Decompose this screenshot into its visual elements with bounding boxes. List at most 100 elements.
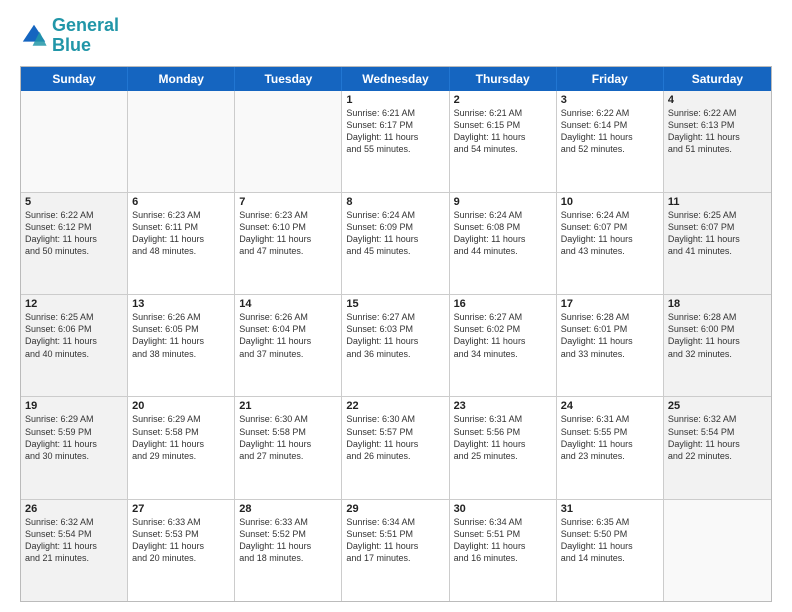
calendar-cell: 5Sunrise: 6:22 AM Sunset: 6:12 PM Daylig… — [21, 193, 128, 294]
cell-detail: Sunrise: 6:25 AM Sunset: 6:07 PM Dayligh… — [668, 209, 767, 258]
calendar-cell: 21Sunrise: 6:30 AM Sunset: 5:58 PM Dayli… — [235, 397, 342, 498]
day-number: 3 — [561, 94, 659, 106]
day-number: 26 — [25, 503, 123, 515]
calendar-row-4: 26Sunrise: 6:32 AM Sunset: 5:54 PM Dayli… — [21, 500, 771, 601]
day-number: 28 — [239, 503, 337, 515]
weekday-header-friday: Friday — [557, 67, 664, 91]
cell-detail: Sunrise: 6:23 AM Sunset: 6:10 PM Dayligh… — [239, 209, 337, 258]
weekday-header-monday: Monday — [128, 67, 235, 91]
day-number: 13 — [132, 298, 230, 310]
calendar-cell: 11Sunrise: 6:25 AM Sunset: 6:07 PM Dayli… — [664, 193, 771, 294]
day-number: 4 — [668, 94, 767, 106]
day-number: 24 — [561, 400, 659, 412]
calendar-row-0: 1Sunrise: 6:21 AM Sunset: 6:17 PM Daylig… — [21, 91, 771, 193]
calendar-cell: 3Sunrise: 6:22 AM Sunset: 6:14 PM Daylig… — [557, 91, 664, 192]
day-number: 29 — [346, 503, 444, 515]
weekday-header-sunday: Sunday — [21, 67, 128, 91]
day-number: 14 — [239, 298, 337, 310]
cell-detail: Sunrise: 6:30 AM Sunset: 5:58 PM Dayligh… — [239, 413, 337, 462]
calendar-cell: 26Sunrise: 6:32 AM Sunset: 5:54 PM Dayli… — [21, 500, 128, 601]
calendar-cell: 31Sunrise: 6:35 AM Sunset: 5:50 PM Dayli… — [557, 500, 664, 601]
calendar-cell: 9Sunrise: 6:24 AM Sunset: 6:08 PM Daylig… — [450, 193, 557, 294]
logo: General Blue — [20, 16, 119, 56]
calendar-cell: 15Sunrise: 6:27 AM Sunset: 6:03 PM Dayli… — [342, 295, 449, 396]
calendar-cell: 10Sunrise: 6:24 AM Sunset: 6:07 PM Dayli… — [557, 193, 664, 294]
day-number: 21 — [239, 400, 337, 412]
calendar-cell: 8Sunrise: 6:24 AM Sunset: 6:09 PM Daylig… — [342, 193, 449, 294]
calendar-cell: 13Sunrise: 6:26 AM Sunset: 6:05 PM Dayli… — [128, 295, 235, 396]
cell-detail: Sunrise: 6:24 AM Sunset: 6:08 PM Dayligh… — [454, 209, 552, 258]
calendar-cell: 16Sunrise: 6:27 AM Sunset: 6:02 PM Dayli… — [450, 295, 557, 396]
cell-detail: Sunrise: 6:23 AM Sunset: 6:11 PM Dayligh… — [132, 209, 230, 258]
calendar-row-3: 19Sunrise: 6:29 AM Sunset: 5:59 PM Dayli… — [21, 397, 771, 499]
cell-detail: Sunrise: 6:22 AM Sunset: 6:12 PM Dayligh… — [25, 209, 123, 258]
day-number: 20 — [132, 400, 230, 412]
weekday-header-wednesday: Wednesday — [342, 67, 449, 91]
day-number: 6 — [132, 196, 230, 208]
calendar-cell: 29Sunrise: 6:34 AM Sunset: 5:51 PM Dayli… — [342, 500, 449, 601]
calendar: SundayMondayTuesdayWednesdayThursdayFrid… — [20, 66, 772, 602]
calendar-cell: 12Sunrise: 6:25 AM Sunset: 6:06 PM Dayli… — [21, 295, 128, 396]
day-number: 5 — [25, 196, 123, 208]
cell-detail: Sunrise: 6:21 AM Sunset: 6:15 PM Dayligh… — [454, 107, 552, 156]
header: General Blue — [20, 16, 772, 56]
cell-detail: Sunrise: 6:32 AM Sunset: 5:54 PM Dayligh… — [668, 413, 767, 462]
calendar-cell — [128, 91, 235, 192]
calendar-cell: 17Sunrise: 6:28 AM Sunset: 6:01 PM Dayli… — [557, 295, 664, 396]
calendar-cell: 7Sunrise: 6:23 AM Sunset: 6:10 PM Daylig… — [235, 193, 342, 294]
calendar-cell: 27Sunrise: 6:33 AM Sunset: 5:53 PM Dayli… — [128, 500, 235, 601]
calendar-cell — [235, 91, 342, 192]
calendar-cell: 23Sunrise: 6:31 AM Sunset: 5:56 PM Dayli… — [450, 397, 557, 498]
cell-detail: Sunrise: 6:27 AM Sunset: 6:02 PM Dayligh… — [454, 311, 552, 360]
cell-detail: Sunrise: 6:35 AM Sunset: 5:50 PM Dayligh… — [561, 516, 659, 565]
cell-detail: Sunrise: 6:29 AM Sunset: 5:59 PM Dayligh… — [25, 413, 123, 462]
weekday-header-saturday: Saturday — [664, 67, 771, 91]
weekday-header-tuesday: Tuesday — [235, 67, 342, 91]
cell-detail: Sunrise: 6:21 AM Sunset: 6:17 PM Dayligh… — [346, 107, 444, 156]
day-number: 12 — [25, 298, 123, 310]
day-number: 25 — [668, 400, 767, 412]
cell-detail: Sunrise: 6:26 AM Sunset: 6:05 PM Dayligh… — [132, 311, 230, 360]
day-number: 27 — [132, 503, 230, 515]
cell-detail: Sunrise: 6:22 AM Sunset: 6:14 PM Dayligh… — [561, 107, 659, 156]
cell-detail: Sunrise: 6:32 AM Sunset: 5:54 PM Dayligh… — [25, 516, 123, 565]
logo-text: General Blue — [52, 16, 119, 56]
calendar-cell — [21, 91, 128, 192]
cell-detail: Sunrise: 6:28 AM Sunset: 6:00 PM Dayligh… — [668, 311, 767, 360]
cell-detail: Sunrise: 6:24 AM Sunset: 6:07 PM Dayligh… — [561, 209, 659, 258]
day-number: 19 — [25, 400, 123, 412]
cell-detail: Sunrise: 6:31 AM Sunset: 5:56 PM Dayligh… — [454, 413, 552, 462]
day-number: 2 — [454, 94, 552, 106]
day-number: 17 — [561, 298, 659, 310]
cell-detail: Sunrise: 6:34 AM Sunset: 5:51 PM Dayligh… — [454, 516, 552, 565]
day-number: 8 — [346, 196, 444, 208]
day-number: 9 — [454, 196, 552, 208]
weekday-header-thursday: Thursday — [450, 67, 557, 91]
day-number: 30 — [454, 503, 552, 515]
logo-icon — [20, 22, 48, 50]
calendar-cell: 28Sunrise: 6:33 AM Sunset: 5:52 PM Dayli… — [235, 500, 342, 601]
cell-detail: Sunrise: 6:34 AM Sunset: 5:51 PM Dayligh… — [346, 516, 444, 565]
calendar-cell: 20Sunrise: 6:29 AM Sunset: 5:58 PM Dayli… — [128, 397, 235, 498]
day-number: 7 — [239, 196, 337, 208]
calendar-row-1: 5Sunrise: 6:22 AM Sunset: 6:12 PM Daylig… — [21, 193, 771, 295]
day-number: 10 — [561, 196, 659, 208]
day-number: 18 — [668, 298, 767, 310]
calendar-body: 1Sunrise: 6:21 AM Sunset: 6:17 PM Daylig… — [21, 91, 771, 601]
calendar-cell: 22Sunrise: 6:30 AM Sunset: 5:57 PM Dayli… — [342, 397, 449, 498]
day-number: 23 — [454, 400, 552, 412]
calendar-cell: 4Sunrise: 6:22 AM Sunset: 6:13 PM Daylig… — [664, 91, 771, 192]
day-number: 31 — [561, 503, 659, 515]
calendar-cell: 19Sunrise: 6:29 AM Sunset: 5:59 PM Dayli… — [21, 397, 128, 498]
day-number: 15 — [346, 298, 444, 310]
calendar-header: SundayMondayTuesdayWednesdayThursdayFrid… — [21, 67, 771, 91]
day-number: 22 — [346, 400, 444, 412]
calendar-cell — [664, 500, 771, 601]
calendar-cell: 30Sunrise: 6:34 AM Sunset: 5:51 PM Dayli… — [450, 500, 557, 601]
cell-detail: Sunrise: 6:33 AM Sunset: 5:53 PM Dayligh… — [132, 516, 230, 565]
calendar-row-2: 12Sunrise: 6:25 AM Sunset: 6:06 PM Dayli… — [21, 295, 771, 397]
cell-detail: Sunrise: 6:26 AM Sunset: 6:04 PM Dayligh… — [239, 311, 337, 360]
cell-detail: Sunrise: 6:31 AM Sunset: 5:55 PM Dayligh… — [561, 413, 659, 462]
calendar-cell: 6Sunrise: 6:23 AM Sunset: 6:11 PM Daylig… — [128, 193, 235, 294]
cell-detail: Sunrise: 6:28 AM Sunset: 6:01 PM Dayligh… — [561, 311, 659, 360]
